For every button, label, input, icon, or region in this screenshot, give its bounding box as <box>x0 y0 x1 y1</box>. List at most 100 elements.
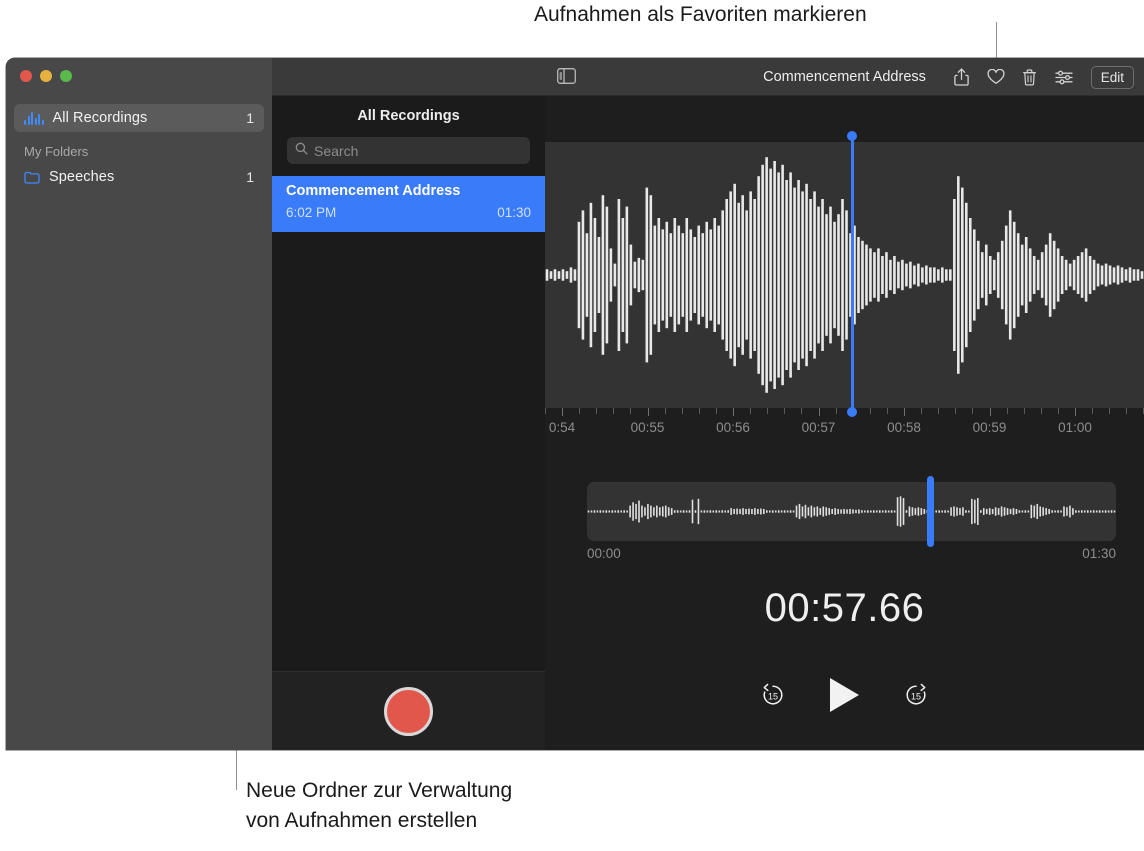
sidebar-list: All Recordings 1 My Folders Speeches 1 <box>6 104 272 191</box>
search-placeholder: Search <box>314 143 358 159</box>
recording-title: Commencement Address <box>286 183 531 199</box>
time-ruler-minor-tick <box>716 408 717 414</box>
recordings-list-panel: All Recordings Search Commencement Addre… <box>272 58 545 750</box>
scrubber-time-labels: 00:00 01:30 <box>587 546 1116 561</box>
time-ruler-minor-tick <box>545 408 546 414</box>
enhance-sliders-icon[interactable] <box>1055 68 1073 86</box>
share-icon[interactable] <box>953 68 971 86</box>
waveform-icon <box>24 112 44 125</box>
scrubber-waveform-bars <box>587 482 1116 541</box>
detail-toolbar-icons: Edit <box>953 58 1134 96</box>
minimize-button[interactable] <box>40 70 52 82</box>
list-panel-title: All Recordings <box>272 96 545 124</box>
scrubber-end-time: 01:30 <box>1082 546 1116 561</box>
time-ruler-minor-tick <box>767 408 768 414</box>
time-ruler-minor-tick <box>699 408 700 414</box>
voice-memos-window: All Recordings 1 My Folders Speeches 1 <box>6 58 1144 750</box>
skip-back-15-icon[interactable]: 15 <box>760 682 786 708</box>
time-ruler-minor-tick <box>836 408 837 414</box>
search-input[interactable]: Search <box>287 137 530 164</box>
playhead[interactable] <box>851 136 854 412</box>
sidebar-item-all-recordings-label: All Recordings <box>53 110 247 126</box>
record-bar <box>272 671 545 750</box>
time-ruler-minor-tick <box>870 408 871 414</box>
time-ruler-minor-tick <box>887 408 888 414</box>
sidebar: All Recordings 1 My Folders Speeches 1 <box>6 58 272 750</box>
time-ruler-label: 01:00 <box>1058 420 1092 435</box>
transport-controls: 15 15 <box>545 678 1144 712</box>
recording-duration: 01:30 <box>497 205 531 220</box>
time-ruler-tick <box>819 408 820 416</box>
time-ruler-minor-tick <box>596 408 597 414</box>
time-ruler-minor-tick <box>938 408 939 414</box>
record-button[interactable] <box>384 687 433 736</box>
time-ruler-minor-tick <box>1126 408 1127 414</box>
recording-meta: 6:02 PM 01:30 <box>286 205 531 220</box>
time-ruler-tick <box>562 408 563 416</box>
time-ruler-label: 00:55 <box>631 420 665 435</box>
sidebar-item-speeches-label: Speeches <box>49 169 246 185</box>
scrubber-overview[interactable] <box>587 482 1116 541</box>
heart-icon[interactable] <box>987 68 1005 86</box>
play-icon[interactable] <box>830 678 859 712</box>
time-ruler-tick <box>990 408 991 416</box>
time-ruler-label: 00:58 <box>887 420 921 435</box>
time-ruler-label: 00:56 <box>716 420 750 435</box>
maximize-button[interactable] <box>60 70 72 82</box>
playhead-handle-top[interactable] <box>847 131 857 141</box>
list-item[interactable]: Commencement Address 6:02 PM 01:30 <box>272 176 545 232</box>
time-ruler-minor-tick <box>1007 408 1008 414</box>
sidebar-item-speeches[interactable]: Speeches 1 <box>14 163 264 191</box>
time-ruler-minor-tick <box>784 408 785 414</box>
time-ruler-minor-tick <box>1058 408 1059 414</box>
time-ruler-minor-tick <box>1041 408 1042 414</box>
time-ruler-minor-tick <box>921 408 922 414</box>
time-ruler-minor-tick <box>750 408 751 414</box>
sidebar-group-title: My Folders <box>24 144 272 159</box>
svg-text:15: 15 <box>768 691 778 701</box>
folder-icon <box>24 171 40 184</box>
time-ruler-minor-tick <box>682 408 683 414</box>
callout-favorites-text: Aufnahmen als Favoriten markieren <box>534 0 867 30</box>
close-button[interactable] <box>20 70 32 82</box>
sidebar-item-all-recordings[interactable]: All Recordings 1 <box>14 104 264 132</box>
playhead-handle-bottom[interactable] <box>847 407 857 417</box>
detail-panel: Commencement Address Edit <box>545 58 1144 750</box>
trash-icon[interactable] <box>1021 68 1039 86</box>
screenshot-root: Aufnahmen als Favoriten markieren Neue O… <box>0 0 1144 851</box>
sidebar-item-all-recordings-count: 1 <box>246 110 254 126</box>
time-ruler-minor-tick <box>613 408 614 414</box>
window-traffic-lights <box>20 70 72 82</box>
time-ruler-minor-tick <box>801 408 802 414</box>
scrubber-playhead[interactable] <box>927 476 934 547</box>
scrubber-start-time: 00:00 <box>587 546 621 561</box>
svg-text:15: 15 <box>911 691 921 701</box>
time-ruler-minor-tick <box>1092 408 1093 414</box>
list-toolbar <box>272 58 545 96</box>
time-ruler-minor-tick <box>955 408 956 414</box>
callout-new-folder-line2: von Aufnahmen erstellen <box>246 809 477 832</box>
time-ruler-tick <box>733 408 734 416</box>
time-ruler-minor-tick <box>630 408 631 414</box>
time-ruler-minor-tick <box>579 408 580 414</box>
time-ruler-label: 0:54 <box>549 420 575 435</box>
detail-toolbar: Commencement Address Edit <box>545 58 1144 96</box>
time-ruler-tick <box>648 408 649 416</box>
recording-time: 6:02 PM <box>286 205 336 220</box>
time-ruler-tick <box>904 408 905 416</box>
waveform-zoom-view[interactable] <box>545 142 1144 408</box>
search-icon <box>295 142 308 160</box>
current-time-display: 00:57.66 <box>545 586 1144 631</box>
sidebar-item-speeches-count: 1 <box>246 169 254 185</box>
callout-new-folder-text: Neue Ordner zur Verwaltung von Aufnahmen… <box>246 776 512 836</box>
edit-button[interactable]: Edit <box>1091 66 1134 89</box>
time-ruler-minor-tick <box>1109 408 1110 414</box>
skip-forward-15-icon[interactable]: 15 <box>903 682 929 708</box>
time-ruler-minor-tick <box>1024 408 1025 414</box>
time-ruler-label: 00:59 <box>973 420 1007 435</box>
time-ruler-label: 00:57 <box>802 420 836 435</box>
time-ruler-minor-tick <box>665 408 666 414</box>
time-ruler-tick <box>1075 408 1076 416</box>
waveform-bars <box>545 142 1144 408</box>
time-ruler: 0:5400:5500:5600:5700:5800:5901:0001: <box>545 408 1144 460</box>
